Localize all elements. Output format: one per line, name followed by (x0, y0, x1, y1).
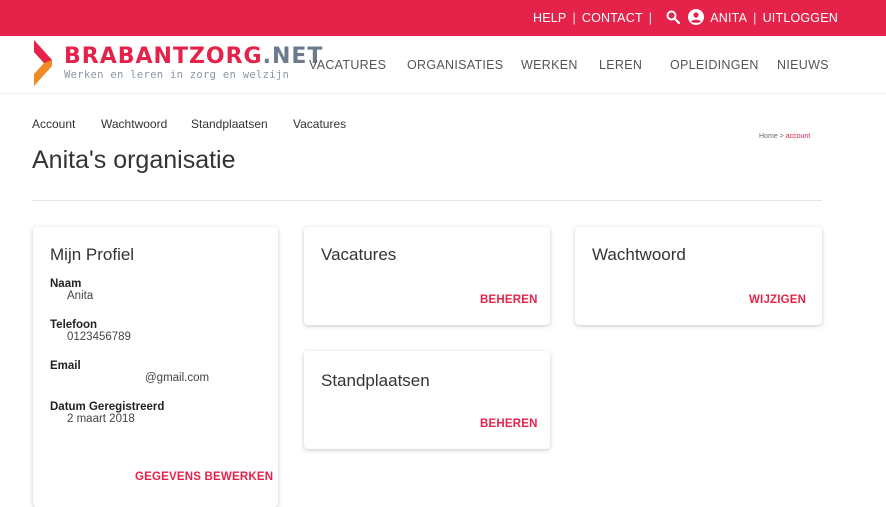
top-links: HELP | CONTACT | ANITA | UITLOGGEN (533, 0, 838, 36)
edit-profile-button[interactable]: GEGEVENS BEWERKEN (135, 471, 273, 483)
logo-text: BRABANTZORG.NET (64, 44, 324, 69)
subnav-standplaatsen[interactable]: Standplaatsen (191, 117, 268, 131)
vacatures-card: Vacatures BEHEREN (304, 227, 550, 325)
wachtwoord-card: Wachtwoord WIJZIGEN (575, 227, 822, 325)
site-logo[interactable]: BRABANTZORG.NET Werken en leren in zorg … (30, 38, 323, 88)
profile-card: Mijn Profiel Naam Anita Telefoon 0123456… (33, 227, 278, 507)
nav-werken[interactable]: WERKEN (521, 58, 578, 72)
page-title: Anita's organisatie (32, 146, 236, 174)
vacatures-beheren-button[interactable]: BEHEREN (480, 294, 538, 306)
breadcrumb-home[interactable]: Home (759, 133, 778, 140)
logout-link[interactable]: UITLOGGEN (763, 11, 838, 25)
standplaatsen-card: Standplaatsen BEHEREN (304, 351, 550, 449)
breadcrumb-sep: > (779, 133, 784, 140)
nav-leren[interactable]: LEREN (599, 58, 642, 72)
nav-organisaties[interactable]: ORGANISATIES (407, 58, 503, 72)
help-link[interactable]: HELP (533, 11, 566, 25)
field-value-email: @gmail.com (145, 372, 210, 384)
subnav-account[interactable]: Account (32, 117, 75, 131)
field-value-naam: Anita (67, 290, 94, 302)
wachtwoord-title: Wachtwoord (592, 245, 686, 264)
field-label-naam: Naam (50, 278, 82, 290)
logo-tagline: Werken en leren in zorg en welzijn (64, 69, 290, 81)
user-name-link[interactable]: ANITA (710, 11, 747, 25)
search-icon[interactable] (666, 10, 681, 27)
separator: | (572, 11, 576, 25)
logo-mark-icon (34, 40, 52, 86)
field-label-telefoon: Telefoon (50, 319, 98, 331)
subnav-vacatures[interactable]: Vacatures (293, 117, 346, 131)
breadcrumb: Home > account (759, 133, 810, 140)
field-value-telefoon: 0123456789 (67, 331, 131, 343)
field-label-datum: Datum Geregistreerd (50, 401, 165, 413)
breadcrumb-current: account (785, 133, 811, 140)
top-bar: HELP | CONTACT | ANITA | UITLOGGEN (0, 0, 886, 36)
subnav-wachtwoord[interactable]: Wachtwoord (101, 117, 167, 131)
wachtwoord-wijzigen-button[interactable]: WIJZIGEN (749, 294, 806, 306)
nav-opleidingen[interactable]: OPLEIDINGEN (670, 58, 759, 72)
nav-nieuws[interactable]: NIEUWS (777, 58, 829, 72)
contact-link[interactable]: CONTACT (582, 11, 643, 25)
divider (32, 200, 822, 201)
profile-title: Mijn Profiel (50, 245, 135, 264)
nav-vacatures[interactable]: VACATURES (309, 58, 386, 72)
separator: | (753, 11, 757, 25)
user-circle-icon[interactable] (688, 8, 705, 28)
field-value-datum: 2 maart 2018 (67, 413, 135, 425)
main-header: BRABANTZORG.NET Werken en leren in zorg … (0, 36, 886, 94)
standplaatsen-title: Standplaatsen (321, 371, 430, 390)
standplaatsen-beheren-button[interactable]: BEHEREN (480, 418, 538, 430)
separator: | (648, 11, 653, 25)
vacatures-title: Vacatures (321, 245, 397, 264)
field-label-email: Email (50, 360, 81, 372)
